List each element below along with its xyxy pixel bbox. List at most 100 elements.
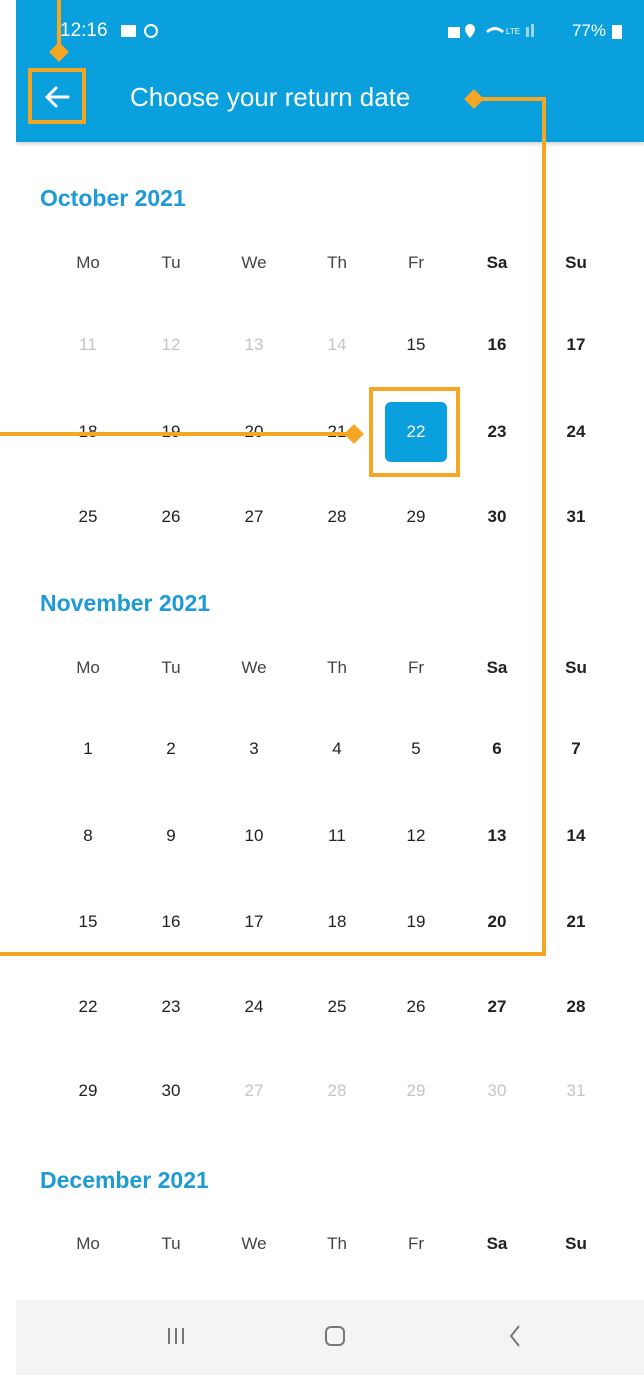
weekday-label: Tu [161, 1234, 181, 1253]
home-icon [325, 1326, 345, 1346]
annotation-line [0, 432, 352, 436]
annotation-box-back [28, 68, 86, 124]
calendar-day: 31 [566, 1081, 586, 1100]
calendar-day: 30 [487, 1081, 507, 1100]
signal-icon [525, 27, 529, 37]
calendar-day[interactable]: 25 [58, 497, 118, 537]
calendar-day[interactable]: 31 [546, 497, 606, 537]
annotation-line [542, 97, 546, 956]
week-row: 1234567 [48, 729, 608, 769]
weekday-label: Sa [486, 658, 508, 677]
calendar-day: 11 [79, 335, 97, 354]
app-bar: 12:16 LTE 77% Choose your return date [16, 0, 644, 142]
system-back-button[interactable] [486, 1314, 546, 1358]
calendar-day[interactable]: 30 [467, 497, 527, 537]
system-nav-bar [16, 1300, 644, 1375]
calendar-day[interactable]: 17 [546, 325, 606, 365]
week-row: 22 23 24 25 26 27 28 [48, 987, 608, 1027]
weekday-label: Sa [486, 253, 508, 272]
calendar-day[interactable]: 16 [467, 325, 527, 365]
month-title: December 2021 [40, 1167, 209, 1193]
calendar-day[interactable]: 18 [307, 902, 367, 942]
calendar-day[interactable]: 23 [467, 412, 527, 452]
calendar-day[interactable]: 26 [141, 497, 201, 537]
weekday-label: We [241, 1234, 267, 1253]
calendar-day[interactable]: 6 [467, 729, 527, 769]
week-row: 11 12 13 14 15 16 17 [48, 325, 608, 365]
weekday-label: Th [327, 658, 347, 677]
calendar-day[interactable]: 24 [546, 412, 606, 452]
weekday-label: We [241, 658, 267, 677]
calendar-day: 27 [244, 1081, 264, 1100]
calendar-day[interactable]: 17 [224, 902, 284, 942]
weekday-label: Su [565, 1234, 587, 1253]
battery-icon [612, 25, 622, 39]
location-icon [464, 24, 475, 38]
weekday-label: Mo [76, 1234, 100, 1253]
calendar-day[interactable]: 5 [386, 729, 446, 769]
week-row: 8 9 10 11 12 13 14 [48, 816, 608, 856]
calendar-day: 14 [327, 335, 347, 354]
calendar-day[interactable]: 4 [307, 729, 367, 769]
page-title: Choose your return date [130, 82, 411, 112]
weekday-label: Su [565, 658, 587, 677]
calendar-day: 13 [244, 335, 264, 354]
calendar-day[interactable]: 29 [58, 1071, 118, 1111]
annotation-line [0, 952, 546, 956]
calendar-day[interactable]: 28 [546, 987, 606, 1027]
gallery-icon [121, 25, 136, 37]
week-row: 25 26 27 28 29 30 31 [48, 497, 608, 537]
calendar-day[interactable]: 23 [141, 987, 201, 1027]
weekday-label: Th [327, 253, 347, 272]
calendar-day[interactable]: 26 [386, 987, 446, 1027]
calendar-day[interactable]: 30 [141, 1071, 201, 1111]
lock-icon [447, 27, 460, 38]
status-right: LTE 77% [446, 21, 622, 41]
weekday-label: Fr [407, 1234, 425, 1253]
annotation-line [475, 97, 546, 101]
calendar-day[interactable]: 27 [467, 987, 527, 1027]
wifi-icon [485, 27, 504, 33]
calendar-day[interactable]: 19 [386, 902, 446, 942]
home-button[interactable] [306, 1314, 366, 1358]
weekday-header-row: Mo Tu We Th Fr Sa Su [48, 648, 608, 688]
calendar-day[interactable]: 2 [141, 729, 201, 769]
weekday-header-row: Mo Tu We Th Fr Sa Su [48, 243, 608, 283]
weekday-label: Th [327, 1234, 347, 1253]
calendar-day[interactable]: 7 [546, 729, 606, 769]
calendar-day[interactable]: 15 [386, 325, 446, 365]
calendar-day[interactable]: 13 [467, 816, 527, 856]
calendar-day[interactable]: 25 [307, 987, 367, 1027]
calendar-day[interactable]: 20 [467, 902, 527, 942]
phone-screen: 12:16 LTE 77% Choose your return date Oc… [16, 0, 644, 1375]
calendar-day[interactable]: 29 [386, 497, 446, 537]
month-title: November 2021 [40, 590, 211, 616]
calendar-day[interactable]: 3 [224, 729, 284, 769]
recent-apps-button[interactable] [146, 1314, 206, 1358]
calendar-day[interactable]: 21 [546, 902, 606, 942]
calendar-day[interactable]: 11 [307, 816, 367, 856]
recents-icon [168, 1328, 184, 1344]
calendar-day[interactable]: 14 [546, 816, 606, 856]
calendar-day[interactable]: 10 [224, 816, 284, 856]
calendar-day[interactable]: 1 [58, 729, 118, 769]
calendar-day[interactable]: 9 [141, 816, 201, 856]
calendar-day: 29 [406, 1081, 426, 1100]
chevron-left-icon [509, 1325, 520, 1347]
calendar-day[interactable]: 15 [58, 902, 118, 942]
month-title: October 2021 [40, 185, 186, 211]
calendar-day[interactable]: 12 [386, 816, 446, 856]
calendar-day[interactable]: 22 [58, 987, 118, 1027]
weekday-label: Tu [161, 658, 181, 677]
calendar-day[interactable]: 27 [224, 497, 284, 537]
weekday-label: Fr [407, 253, 425, 272]
weekday-label: Fr [407, 658, 425, 677]
sync-icon [144, 24, 158, 38]
volte-icon: LTE [506, 27, 520, 36]
calendar-day[interactable]: 16 [141, 902, 201, 942]
calendar-day[interactable]: 28 [307, 497, 367, 537]
calendar-day[interactable]: 24 [224, 987, 284, 1027]
calendar-day[interactable]: 8 [58, 816, 118, 856]
battery-level: 77% [571, 21, 606, 40]
status-time: 12:16 [60, 20, 108, 41]
